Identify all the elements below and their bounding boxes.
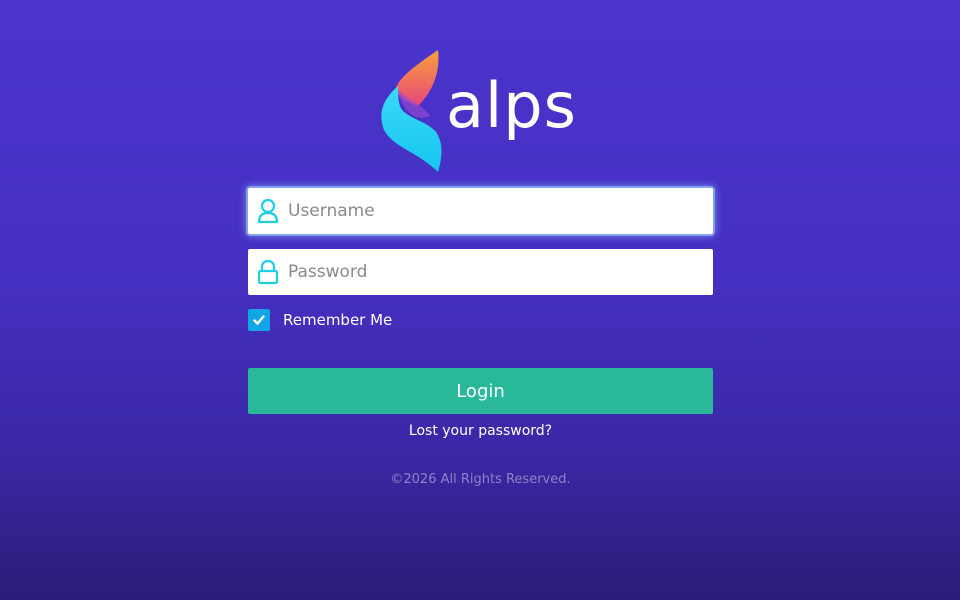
username-input[interactable] <box>288 201 688 221</box>
remember-me-label[interactable]: Remember Me <box>283 311 392 329</box>
login-button[interactable]: Login <box>248 368 713 414</box>
checkmark-icon <box>253 315 265 325</box>
remember-me[interactable]: Remember Me <box>248 309 392 331</box>
brand-name: alps <box>446 69 577 142</box>
lost-password-link[interactable]: Lost your password? <box>248 423 713 439</box>
flame-s-icon <box>381 50 442 172</box>
lock-icon <box>257 259 279 285</box>
password-input[interactable] <box>288 262 688 282</box>
brand-logo: alps <box>378 48 588 176</box>
username-field[interactable] <box>248 188 713 234</box>
remember-me-checkbox[interactable] <box>248 309 270 331</box>
user-icon <box>257 198 279 224</box>
copyright-text: ©2026 All Rights Reserved. <box>390 472 571 487</box>
password-field[interactable] <box>248 249 713 295</box>
